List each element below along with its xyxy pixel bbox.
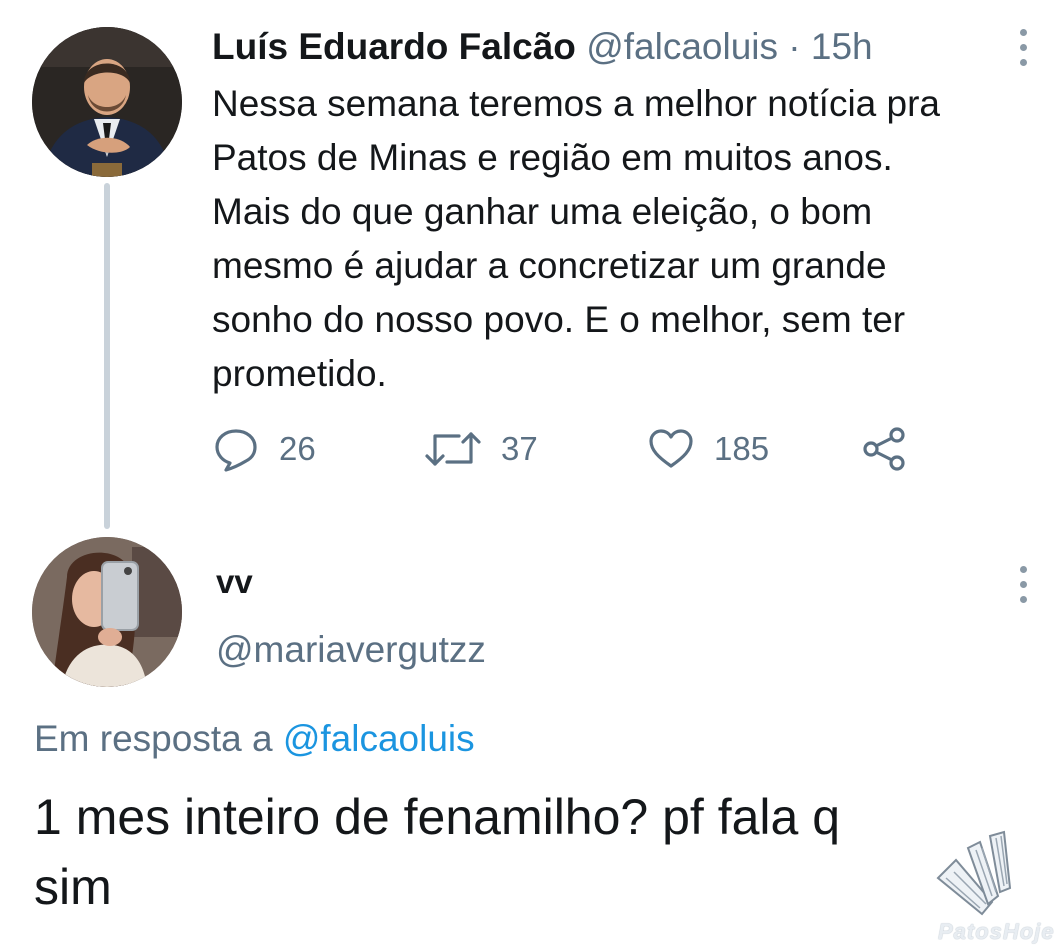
tweet-text-line: Patos de Minas e região em muitos anos. (212, 137, 893, 178)
replying-to: Em resposta a @falcaoluis (34, 716, 475, 762)
tweet-time[interactable]: 15h (811, 26, 873, 67)
author-name[interactable]: Luís Eduardo Falcão (212, 26, 576, 67)
more-vertical-icon[interactable] (1020, 29, 1028, 66)
reply-text-line: 1 mes inteiro de fenamilho? pf fala q (34, 789, 841, 845)
reply-text-line: sim (34, 859, 112, 915)
retweet-icon (425, 432, 481, 466)
avatar-falcaoluis[interactable] (32, 27, 182, 177)
retweet-count: 37 (501, 430, 538, 467)
reply-author-name[interactable]: vv (216, 562, 253, 602)
reply-button[interactable]: 26 (213, 424, 316, 474)
reply-icon (215, 429, 257, 472)
watermark-text: PatosHoje (938, 919, 1055, 944)
separator-dot: · (788, 26, 801, 67)
tweet-text-line: Nessa semana teremos a melhor notícia pr… (212, 83, 941, 124)
reply-author-handle[interactable]: @mariavergutzz (216, 628, 486, 672)
share-button[interactable] (862, 424, 908, 474)
like-button[interactable]: 185 (648, 424, 769, 474)
retweet-button[interactable]: 37 (425, 424, 538, 474)
share-icon (863, 427, 905, 471)
replying-to-handle[interactable]: @falcaoluis (283, 718, 475, 759)
more-vertical-icon[interactable] (1020, 566, 1028, 603)
tweet-text: Nessa semana teremos a melhor notícia pr… (212, 77, 1027, 401)
author-handle[interactable]: @falcaoluis (586, 26, 778, 67)
tweet-text-line: sonho do nosso povo. E o melhor, sem ter (212, 299, 906, 340)
watermark-logo (936, 830, 1012, 916)
tweet-text-line: prometido. (212, 353, 387, 394)
reply-text: 1 mes inteiro de fenamilho? pf fala q si… (34, 782, 1024, 922)
like-count: 185 (714, 430, 770, 467)
tweet-header: Luís Eduardo Falcão @falcaoluis · 15h (212, 24, 873, 70)
replying-to-prefix: Em resposta a (34, 718, 273, 759)
tweet-text-line: Mais do que ganhar uma eleição, o bom (212, 191, 873, 232)
reply-count: 26 (279, 430, 316, 467)
avatar-mariavergutzz[interactable] (32, 537, 182, 687)
tweet-text-line: mesmo é ajudar a concretizar um grande (212, 245, 887, 286)
like-icon (649, 429, 693, 468)
thread-line (104, 183, 110, 529)
